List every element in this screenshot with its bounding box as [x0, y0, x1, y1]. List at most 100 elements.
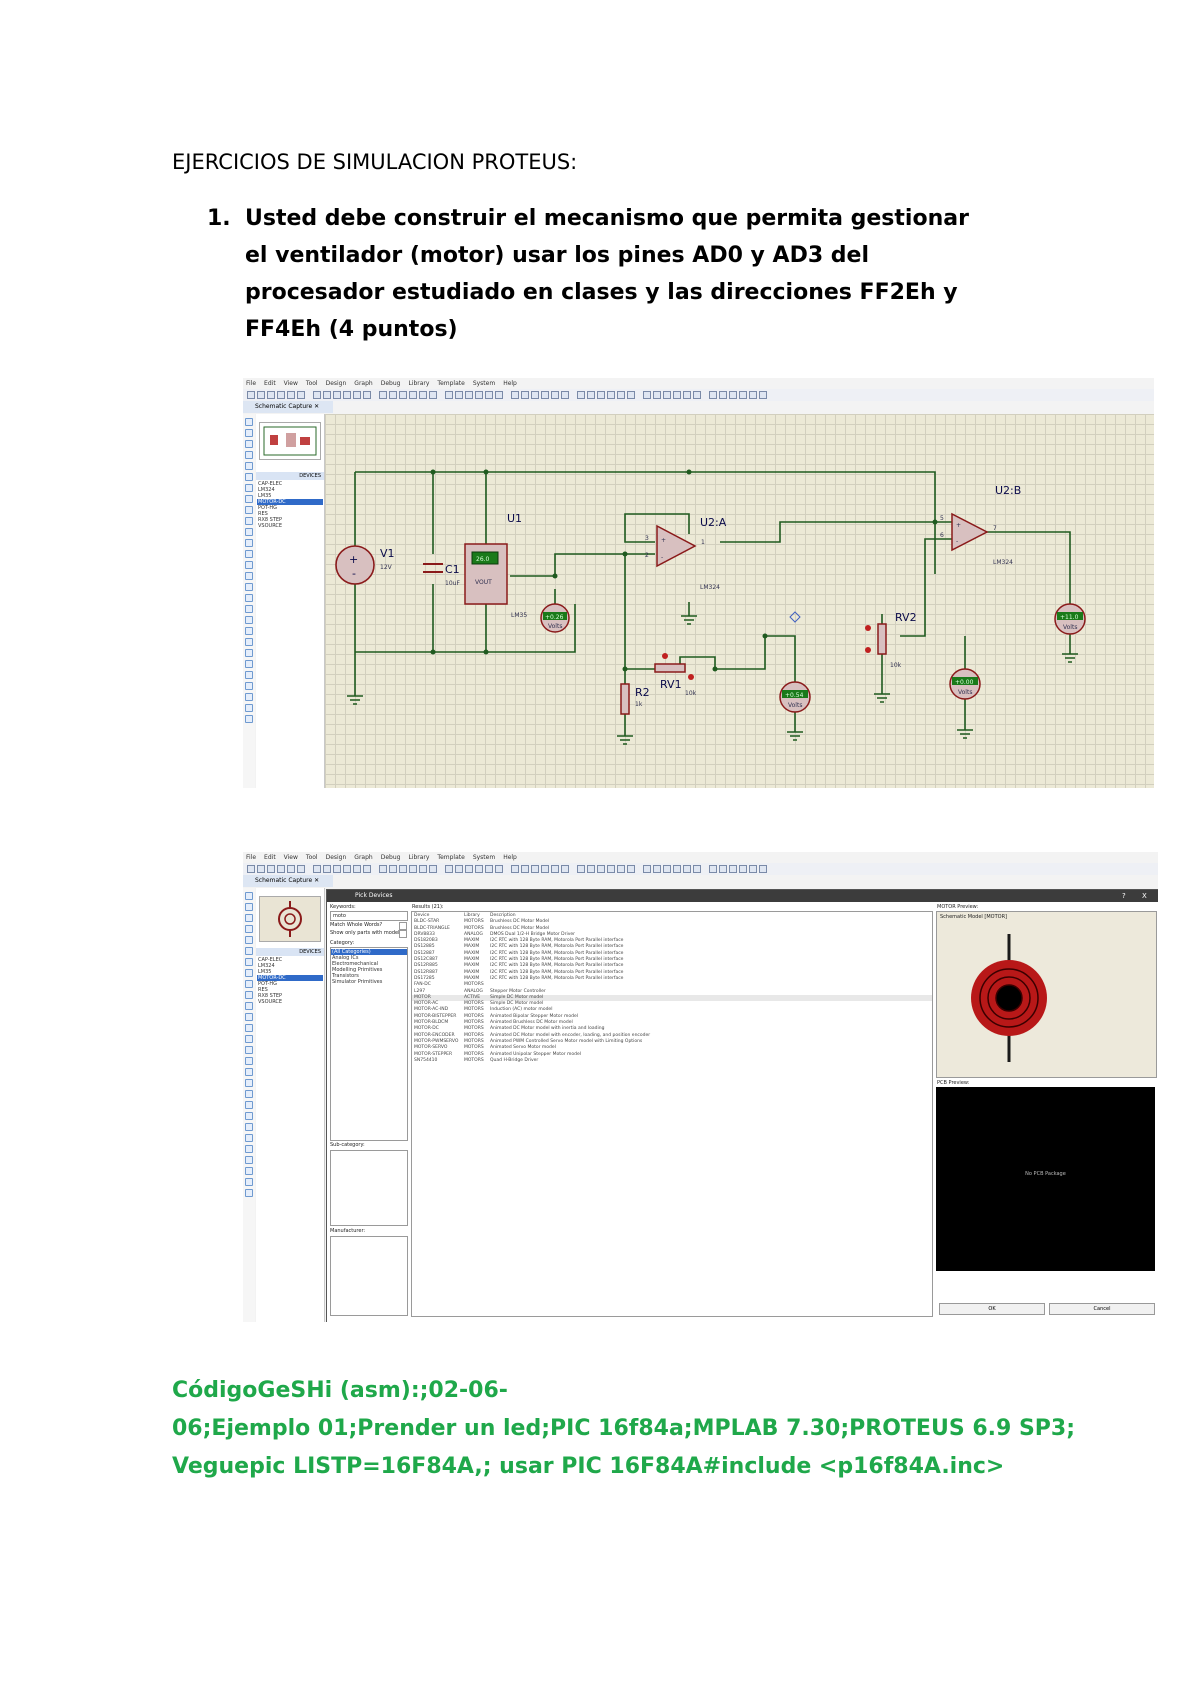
tool-mode-icon[interactable]	[245, 958, 253, 966]
menu-item-view[interactable]: View	[284, 854, 298, 861]
toolbar-button-icon[interactable]	[445, 865, 453, 873]
toolbar-button-icon[interactable]	[247, 391, 255, 399]
tool-mode-icon[interactable]	[245, 429, 253, 437]
tool-mode-icon[interactable]	[245, 1134, 253, 1142]
close-button[interactable]: X	[1142, 890, 1147, 902]
tool-mode-icon[interactable]	[245, 1057, 253, 1065]
tool-mode-icon[interactable]	[245, 1112, 253, 1120]
menu-item-system[interactable]: System	[473, 854, 495, 861]
toolbar-button-icon[interactable]	[643, 865, 651, 873]
toolbar-button-icon[interactable]	[277, 391, 285, 399]
toolbar-button-icon[interactable]	[409, 391, 417, 399]
toolbar-button-icon[interactable]	[627, 391, 635, 399]
toolbar-button-icon[interactable]	[683, 865, 691, 873]
toolbar-button-icon[interactable]	[419, 391, 427, 399]
tool-mode-icon[interactable]	[245, 1090, 253, 1098]
menu-item-edit[interactable]: Edit	[264, 854, 276, 861]
toolbar-button-icon[interactable]	[729, 391, 737, 399]
toolbar-button-icon[interactable]	[587, 865, 595, 873]
menu-item-tool[interactable]: Tool	[306, 380, 318, 387]
toolbar-button-icon[interactable]	[267, 865, 275, 873]
device-list-item[interactable]: VSOURCE	[257, 999, 323, 1005]
category-item[interactable]: Simulator Primitives	[331, 979, 407, 985]
toolbar-button-icon[interactable]	[343, 391, 351, 399]
toolbar-button-icon[interactable]	[257, 391, 265, 399]
menu-item-tool[interactable]: Tool	[306, 854, 318, 861]
toolbar-button-icon[interactable]	[247, 865, 255, 873]
tool-mode-icon[interactable]	[245, 638, 253, 646]
tool-mode-icon[interactable]	[245, 594, 253, 602]
tool-mode-icon[interactable]	[245, 539, 253, 547]
toolbar-button-icon[interactable]	[577, 865, 585, 873]
toolbar-button-icon[interactable]	[379, 391, 387, 399]
tool-mode-icon[interactable]	[245, 682, 253, 690]
toolbar-button-icon[interactable]	[653, 865, 661, 873]
toolbar-button-icon[interactable]	[287, 865, 295, 873]
tool-mode-icon[interactable]	[245, 715, 253, 723]
devices-list[interactable]: CAP-ELEC LM324 LM35 MOTOR-DC POT-HG RES RX8 ST…	[257, 957, 323, 1005]
tool-mode-icon[interactable]	[245, 451, 253, 459]
tool-mode-icon[interactable]	[245, 1189, 253, 1197]
menu-item-file[interactable]: File	[246, 380, 256, 387]
menu-item-help[interactable]: Help	[503, 854, 517, 861]
menu-item-system[interactable]: System	[473, 380, 495, 387]
toolbar-button-icon[interactable]	[363, 391, 371, 399]
toolbar-button-icon[interactable]	[511, 865, 519, 873]
schematic-canvas[interactable]: + - V1 12V C1 10uF 26.0 VOUT U1 LM35 +0.…	[325, 414, 1154, 788]
tool-mode-icon[interactable]	[245, 660, 253, 668]
toolbar-button-icon[interactable]	[683, 391, 691, 399]
menu-item-view[interactable]: View	[284, 380, 298, 387]
tool-mode-icon[interactable]	[245, 1046, 253, 1054]
tool-mode-icon[interactable]	[245, 1024, 253, 1032]
toolbar-button-icon[interactable]	[693, 391, 701, 399]
toolbar-button-icon[interactable]	[577, 391, 585, 399]
menu-item-file[interactable]: File	[246, 854, 256, 861]
toolbar-button-icon[interactable]	[521, 865, 529, 873]
tool-mode-icon[interactable]	[245, 517, 253, 525]
help-button[interactable]: ?	[1122, 890, 1126, 902]
toolbar-button-icon[interactable]	[709, 391, 717, 399]
toolbar-button-icon[interactable]	[429, 391, 437, 399]
toolbar-button-icon[interactable]	[551, 865, 559, 873]
toolbar-button-icon[interactable]	[597, 391, 605, 399]
toolbar-button-icon[interactable]	[607, 865, 615, 873]
menu-item-graph[interactable]: Graph	[354, 854, 372, 861]
tool-mode-icon[interactable]	[245, 649, 253, 657]
tool-mode-icon[interactable]	[245, 704, 253, 712]
menu-item-debug[interactable]: Debug	[381, 380, 401, 387]
tool-mode-icon[interactable]	[245, 583, 253, 591]
toolbar-button-icon[interactable]	[495, 865, 503, 873]
tool-mode-icon[interactable]	[245, 616, 253, 624]
toolbar-button-icon[interactable]	[257, 865, 265, 873]
toolbar-button-icon[interactable]	[617, 391, 625, 399]
devices-list[interactable]: CAP-ELEC LM324 LM35 MOTOR-DC POT-HG RES RX8 ST…	[257, 481, 323, 529]
tool-mode-icon[interactable]	[245, 991, 253, 999]
toolbar-button-icon[interactable]	[353, 391, 361, 399]
toolbar-button-icon[interactable]	[495, 391, 503, 399]
tool-mode-icon[interactable]	[245, 693, 253, 701]
tool-mode-icon[interactable]	[245, 484, 253, 492]
tool-mode-icon[interactable]	[245, 1123, 253, 1131]
toolbar-button-icon[interactable]	[475, 865, 483, 873]
toolbar-button-icon[interactable]	[485, 865, 493, 873]
tool-mode-icon[interactable]	[245, 495, 253, 503]
tool-mode-icon[interactable]	[245, 528, 253, 536]
toolbar-button-icon[interactable]	[429, 865, 437, 873]
tool-mode-icon[interactable]	[245, 506, 253, 514]
toolbar-button-icon[interactable]	[719, 391, 727, 399]
toolbar-button-icon[interactable]	[389, 391, 397, 399]
toolbar-button-icon[interactable]	[313, 391, 321, 399]
menu-item-design[interactable]: Design	[326, 854, 347, 861]
toolbar-button-icon[interactable]	[709, 865, 717, 873]
toolbar-button-icon[interactable]	[597, 865, 605, 873]
menu-item-template[interactable]: Template	[437, 380, 464, 387]
toolbar-button-icon[interactable]	[673, 391, 681, 399]
tool-mode-icon[interactable]	[245, 627, 253, 635]
menu-item-edit[interactable]: Edit	[264, 380, 276, 387]
toolbar-button-icon[interactable]	[277, 865, 285, 873]
toolbar-button-icon[interactable]	[465, 391, 473, 399]
tool-mode-icon[interactable]	[245, 550, 253, 558]
toolbar-button-icon[interactable]	[323, 865, 331, 873]
toolbar-button-icon[interactable]	[445, 391, 453, 399]
toolbar-button-icon[interactable]	[607, 391, 615, 399]
